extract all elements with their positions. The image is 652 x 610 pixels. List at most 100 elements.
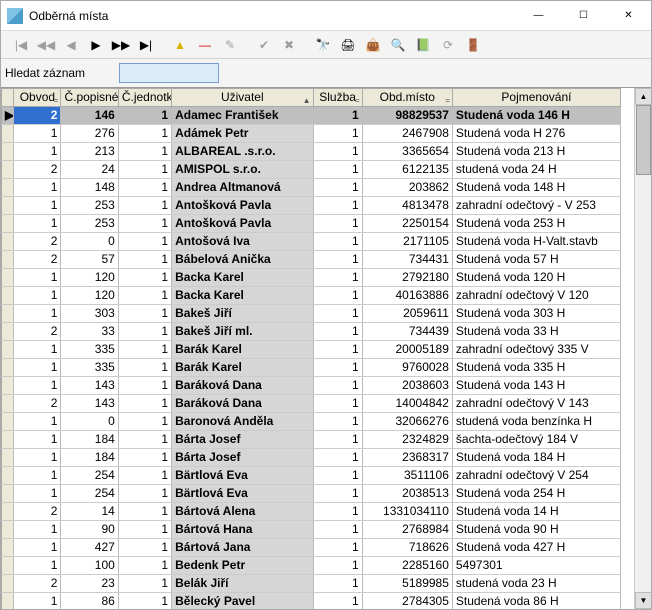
cell-sluz[interactable]: 1 [313,125,362,143]
cell-uziv[interactable]: Antošková Pavla [172,197,313,215]
maximize-button[interactable]: ☐ [561,1,606,30]
cell-pojm[interactable]: šachta-odečtový 184 V [452,431,620,449]
cell-obdm[interactable]: 6122135 [362,161,452,179]
cell-jedn[interactable]: 1 [118,449,171,467]
cell-jedn[interactable]: 1 [118,233,171,251]
cell-sluz[interactable]: 1 [313,359,362,377]
table-row[interactable]: 2571Bábelová Anička1734431Studená voda 5… [2,251,621,269]
cell-popis[interactable]: 253 [61,215,118,233]
cell-pojm[interactable]: Studená voda H-Valt.stavb [452,233,620,251]
table-row[interactable]: 11001Bedenk Petr122851605497301 [2,557,621,575]
cell-obvod[interactable]: 1 [14,431,61,449]
cell-uziv[interactable]: Bárta Josef [172,449,313,467]
cell-popis[interactable]: 148 [61,179,118,197]
cell-popis[interactable]: 33 [61,323,118,341]
cell-obvod[interactable]: 1 [14,467,61,485]
cell-sluz[interactable]: 1 [313,503,362,521]
cell-pojm[interactable]: Studená voda 335 H [452,359,620,377]
cell-sluz[interactable]: 1 [313,449,362,467]
cell-obvod[interactable]: 2 [14,323,61,341]
cell-jedn[interactable]: 1 [118,413,171,431]
cell-pojm[interactable]: zahradní odečtový 335 V [452,341,620,359]
cell-obvod[interactable]: 1 [14,269,61,287]
cell-obvod[interactable]: 1 [14,593,61,610]
cell-popis[interactable]: 213 [61,143,118,161]
cell-popis[interactable]: 253 [61,197,118,215]
cell-uziv[interactable]: Bärtlová Eva [172,467,313,485]
cell-jedn[interactable]: 1 [118,305,171,323]
cell-pojm[interactable]: zahradní odečtový V 120 [452,287,620,305]
cell-obvod[interactable]: 1 [14,125,61,143]
cell-jedn[interactable]: 1 [118,197,171,215]
cell-uziv[interactable]: Bedenk Petr [172,557,313,575]
cell-jedn[interactable]: 1 [118,377,171,395]
cell-popis[interactable]: 184 [61,431,118,449]
cell-uziv[interactable]: Backa Karel [172,269,313,287]
table-row[interactable]: 2331Bakeš Jiří ml.1734439Studená voda 33… [2,323,621,341]
cell-jedn[interactable]: 1 [118,467,171,485]
cell-uziv[interactable]: Adámek Petr [172,125,313,143]
cell-obdm[interactable]: 2250154 [362,215,452,233]
cell-obdm[interactable]: 2784305 [362,593,452,610]
cell-pojm[interactable]: Studená voda 184 H [452,449,620,467]
cell-obdm[interactable]: 2059611 [362,305,452,323]
cell-popis[interactable]: 120 [61,287,118,305]
table-row[interactable]: 11841Bárta Josef12324829šachta-odečtový … [2,431,621,449]
up-icon[interactable]: ▲ [168,34,192,56]
cell-obvod[interactable]: 1 [14,143,61,161]
cell-sluz[interactable]: 1 [313,179,362,197]
cell-obdm[interactable]: 2171105 [362,233,452,251]
cell-sluz[interactable]: 1 [313,107,362,125]
col-header-sluz[interactable]: Služba= [313,89,362,107]
cell-obvod[interactable]: 1 [14,179,61,197]
cell-jedn[interactable]: 1 [118,179,171,197]
cell-obdm[interactable]: 3365654 [362,143,452,161]
cell-pojm[interactable]: 5497301 [452,557,620,575]
cell-uziv[interactable]: Antošková Pavla [172,215,313,233]
table-row[interactable]: 201Antošová Iva12171105Studená voda H-Va… [2,233,621,251]
col-header-pojm[interactable]: Pojmenování [452,89,620,107]
scroll-thumb[interactable] [636,105,651,175]
col-header-jedn[interactable]: Č.jednotk [118,89,171,107]
cell-jedn[interactable]: 1 [118,161,171,179]
cell-sluz[interactable]: 1 [313,197,362,215]
cell-obdm[interactable]: 2368317 [362,449,452,467]
table-row[interactable]: 13031Bakeš Jiří12059611Studená voda 303 … [2,305,621,323]
cell-popis[interactable]: 427 [61,539,118,557]
cell-uziv[interactable]: Bábelová Anička [172,251,313,269]
table-row[interactable]: 14271Bártová Jana1718626Studená voda 427… [2,539,621,557]
cell-sluz[interactable]: 1 [313,305,362,323]
bag-icon[interactable]: 👜 [361,34,385,56]
cell-obvod[interactable]: 1 [14,557,61,575]
cell-obdm[interactable]: 203862 [362,179,452,197]
door-icon[interactable]: 🚪 [461,34,485,56]
cell-sluz[interactable]: 1 [313,143,362,161]
cell-uziv[interactable]: Bárta Josef [172,431,313,449]
cell-popis[interactable]: 184 [61,449,118,467]
table-row[interactable]: 2141Bártová Alena11331034110Studená voda… [2,503,621,521]
table-row[interactable]: 21431Baráková Dana114004842zahradní odeč… [2,395,621,413]
search-input[interactable] [119,63,219,83]
minimize-button[interactable]: — [516,1,561,30]
cell-popis[interactable]: 86 [61,593,118,610]
cell-pojm[interactable]: studená voda benzínka H [452,413,620,431]
cell-pojm[interactable]: Studená voda H 276 [452,125,620,143]
cell-sluz[interactable]: 1 [313,269,362,287]
cell-pojm[interactable]: Studená voda 427 H [452,539,620,557]
cell-sluz[interactable]: 1 [313,233,362,251]
cell-jedn[interactable]: 1 [118,269,171,287]
table-row[interactable]: ▶21461Adamec František198829537Studená v… [2,107,621,125]
cell-sluz[interactable]: 1 [313,593,362,610]
table-row[interactable]: 13351Barák Karel120005189zahradní odečto… [2,341,621,359]
cell-jedn[interactable]: 1 [118,521,171,539]
cell-popis[interactable]: 57 [61,251,118,269]
cell-obdm[interactable]: 98829537 [362,107,452,125]
cell-sluz[interactable]: 1 [313,485,362,503]
cell-obdm[interactable]: 4813478 [362,197,452,215]
cell-pojm[interactable]: zahradní odečtový V 143 [452,395,620,413]
cell-uziv[interactable]: Bakeš Jiří [172,305,313,323]
minus-icon[interactable]: — [193,34,217,56]
cell-obdm[interactable]: 2792180 [362,269,452,287]
col-header-obdm[interactable]: Obd.místo= [362,89,452,107]
cell-obvod[interactable]: 1 [14,377,61,395]
